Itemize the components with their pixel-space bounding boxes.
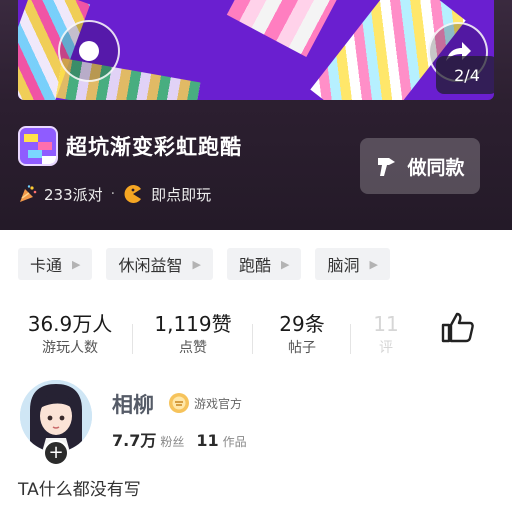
tag-label: 脑洞 bbox=[327, 256, 360, 275]
game-preview[interactable]: 2/4 bbox=[18, 0, 494, 100]
make-same-button[interactable]: 做同款 bbox=[360, 138, 480, 194]
stat-comments[interactable]: 11 评 bbox=[366, 310, 406, 362]
chevron-right-icon: ▶ bbox=[280, 257, 290, 271]
game-title: 超坑渐变彩虹跑酷 bbox=[66, 135, 242, 159]
tag-creative[interactable]: 脑洞 ▶ bbox=[315, 248, 390, 280]
stat-label: 点赞 bbox=[179, 340, 207, 356]
works-count: 11 bbox=[196, 431, 219, 450]
make-same-label: 做同款 bbox=[407, 156, 465, 179]
play-button[interactable] bbox=[58, 20, 120, 82]
author-bio: TA什么都没有写 bbox=[18, 480, 141, 500]
game-header: 2/4 超坑渐变彩虹跑酷 233派对 · 即点即玩 做同款 bbox=[0, 0, 512, 230]
tag-cartoon[interactable]: 卡通 ▶ bbox=[18, 248, 93, 280]
stat-value: 1,119赞 bbox=[154, 312, 232, 336]
play-icon bbox=[79, 41, 99, 61]
thumbs-up-icon[interactable] bbox=[440, 311, 476, 343]
stat-label: 帖子 bbox=[288, 340, 316, 356]
chevron-right-icon: ▶ bbox=[72, 257, 81, 271]
stat-divider bbox=[252, 324, 253, 354]
pacman-icon bbox=[124, 185, 142, 203]
stat-likes[interactable]: 1,119赞 点赞 bbox=[140, 310, 246, 362]
official-badge-icon bbox=[169, 393, 189, 413]
stat-value: 36.9万人 bbox=[27, 312, 113, 336]
followers-label: 粉丝 bbox=[160, 435, 185, 449]
game-logo bbox=[18, 126, 58, 166]
preview-track-mid bbox=[226, 0, 340, 58]
stat-players[interactable]: 36.9万人 游玩人数 bbox=[18, 310, 122, 362]
tag-label: 卡通 bbox=[30, 256, 63, 275]
tag-list: 卡通 ▶ 休闲益智 ▶ 跑酷 ▶ 脑洞 ▶ bbox=[18, 248, 390, 280]
follow-button[interactable]: + bbox=[43, 440, 69, 466]
page-indicator: 2/4 bbox=[436, 56, 494, 94]
meta-separator: · bbox=[110, 186, 116, 202]
author-name[interactable]: 相柳 bbox=[112, 389, 154, 419]
stat-label: 游玩人数 bbox=[42, 340, 98, 356]
tag-label: 休闲益智 bbox=[118, 256, 183, 275]
stat-divider bbox=[132, 324, 133, 354]
hammer-icon bbox=[378, 158, 396, 176]
official-badge: 游戏官方 bbox=[168, 392, 242, 414]
chevron-right-icon: ▶ bbox=[192, 257, 201, 271]
party-count: 233派对 bbox=[44, 185, 103, 204]
chevron-right-icon: ▶ bbox=[369, 257, 378, 271]
works-label: 作品 bbox=[222, 435, 247, 449]
author-avatar-wrap[interactable]: + bbox=[20, 380, 92, 466]
stat-posts[interactable]: 29条 帖子 bbox=[262, 310, 342, 362]
tag-parkour[interactable]: 跑酷 ▶ bbox=[226, 248, 302, 280]
party-popper-icon bbox=[20, 185, 37, 202]
followers-count: 7.7万 bbox=[112, 431, 157, 450]
tag-label: 跑酷 bbox=[238, 256, 271, 275]
stat-divider bbox=[350, 324, 351, 354]
stat-label: 评 bbox=[379, 340, 393, 356]
tag-casual-puzzle[interactable]: 休闲益智 ▶ bbox=[106, 248, 213, 280]
game-meta-row: 233派对 · 即点即玩 bbox=[18, 182, 211, 206]
stat-value: 11 bbox=[373, 312, 399, 336]
author-stats: 7.7万 粉丝 11 作品 bbox=[112, 427, 247, 451]
game-stats: 36.9万人 游玩人数 1,119赞 点赞 29条 帖子 11 评 bbox=[0, 310, 512, 362]
official-badge-label: 游戏官方 bbox=[194, 396, 243, 411]
instant-play-label: 即点即玩 bbox=[151, 185, 212, 204]
stat-value: 29条 bbox=[279, 312, 325, 336]
